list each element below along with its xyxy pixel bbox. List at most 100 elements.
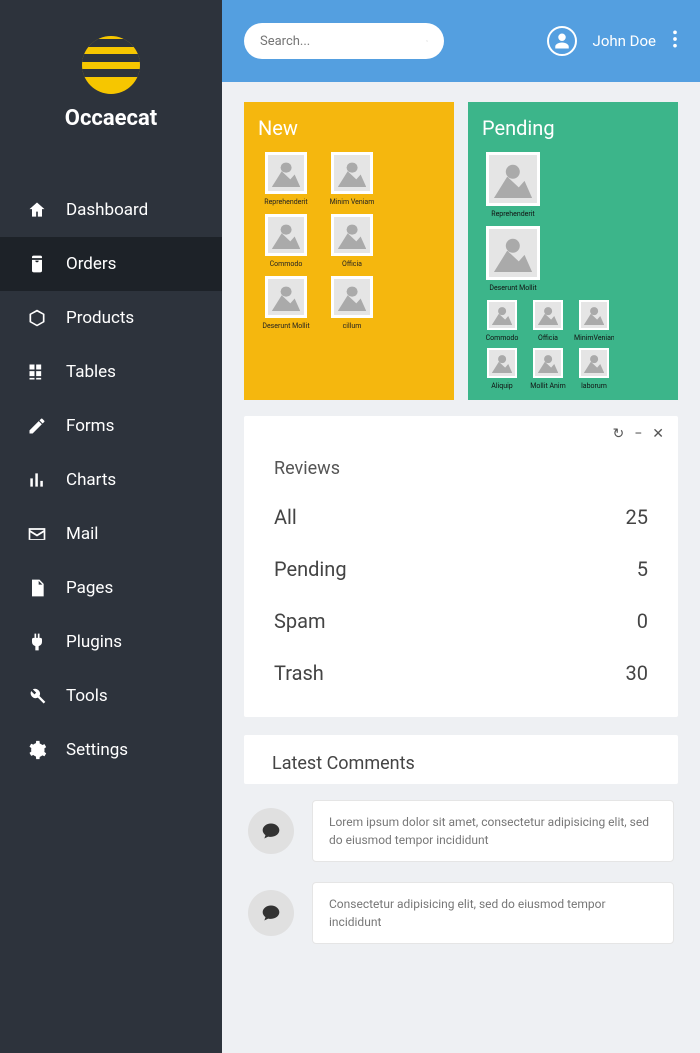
comment-list: Lorem ipsum dolor sit amet, consectetur …	[244, 800, 678, 944]
search-box[interactable]	[244, 23, 444, 59]
nav-label: Pages	[66, 578, 113, 598]
chat-icon	[261, 903, 281, 923]
stat-value: 0	[637, 609, 648, 633]
settings-icon	[26, 739, 48, 761]
nav-label: Plugins	[66, 632, 122, 652]
comment-avatar[interactable]	[248, 890, 294, 936]
thumb-label: Minim Veniam	[324, 198, 380, 206]
thumb-label: Commodo	[258, 260, 314, 268]
search-input[interactable]	[260, 34, 426, 49]
pages-icon	[26, 577, 48, 599]
image-placeholder-icon	[265, 276, 307, 318]
content: New ReprehenderitMinim VeniamCommodoOffi…	[222, 82, 700, 1053]
review-stat-row[interactable]: Spam 0	[274, 609, 648, 633]
thumb-item[interactable]: Deserunt Mollit	[482, 226, 544, 292]
close-icon[interactable]: ✕	[652, 426, 664, 442]
thumb-item[interactable]: Deserunt Mollit	[258, 276, 314, 330]
stat-value: 5	[637, 557, 648, 581]
tools-icon	[26, 685, 48, 707]
refresh-icon[interactable]: ↻	[613, 426, 625, 442]
image-placeholder-icon	[579, 348, 609, 378]
thumb-item[interactable]: Commodo	[482, 300, 522, 342]
thumb-item[interactable]: Minim Veniam	[324, 152, 380, 206]
forms-icon	[26, 415, 48, 437]
review-stat-row[interactable]: Pending5	[274, 557, 648, 581]
stat-value: 25	[626, 505, 648, 529]
stat-label: Spam	[274, 609, 326, 633]
sidebar-item-orders[interactable]: Orders	[0, 237, 222, 291]
logo-icon	[82, 36, 140, 94]
thumb-label: laborum	[574, 382, 614, 390]
image-placeholder-icon	[487, 300, 517, 330]
nav-label: Dashboard	[66, 200, 148, 220]
reviews-panel: ↻ − ✕ Reviews All25Pending5Spam0Trash30	[244, 416, 678, 717]
image-placeholder-icon	[265, 214, 307, 256]
stat-value: 30	[626, 661, 648, 685]
tables-icon	[26, 361, 48, 383]
chat-icon	[261, 821, 281, 841]
thumb-item[interactable]: laborum	[574, 348, 614, 390]
nav-label: Tools	[66, 686, 108, 706]
review-stat-row[interactable]: All 25	[274, 505, 648, 529]
thumb-item[interactable]: Mollit Anim	[528, 348, 568, 390]
sidebar-nav: Dashboard OrdersProducts Tables Forms Charts…	[0, 183, 222, 777]
thumb-label: Reprehenderit	[482, 210, 544, 218]
image-placeholder-icon	[331, 214, 373, 256]
image-placeholder-icon	[265, 152, 307, 194]
review-stat-row[interactable]: Trash 30	[274, 661, 648, 685]
thumb-item[interactable]: Reprehenderit	[482, 152, 544, 218]
sidebar-item-plugins[interactable]: Plugins	[0, 615, 222, 669]
thumb-label: Commodo	[482, 334, 522, 342]
comment-avatar[interactable]	[248, 808, 294, 854]
new-card: New ReprehenderitMinim VeniamCommodoOffi…	[244, 102, 454, 400]
stat-label: Trash	[274, 661, 324, 685]
image-placeholder-icon	[487, 348, 517, 378]
image-placeholder-icon	[579, 300, 609, 330]
products-icon	[26, 307, 48, 329]
nav-label: Charts	[66, 470, 116, 490]
sidebar-item-pages[interactable]: Pages	[0, 561, 222, 615]
stat-label: All	[274, 505, 297, 529]
thumb-label: cillum	[324, 322, 380, 330]
sidebar-item-tools[interactable]: Tools	[0, 669, 222, 723]
image-placeholder-icon	[486, 152, 540, 206]
main: John Doe New ReprehenderitMinim VeniamCo…	[222, 0, 700, 1053]
nav-label: Tables	[66, 362, 116, 382]
panel-controls: ↻ − ✕	[613, 426, 664, 442]
thumb-label: Deserunt Mollit	[482, 284, 544, 292]
avatar[interactable]	[547, 26, 577, 56]
thumb-label: Officia	[324, 260, 380, 268]
image-placeholder-icon	[533, 348, 563, 378]
minimize-icon[interactable]: −	[634, 426, 642, 442]
orders-icon	[26, 253, 48, 275]
sidebar-item-forms[interactable]: Forms	[0, 399, 222, 453]
thumb-label: MinimVeniam	[574, 334, 614, 342]
thumb-label: Aliquip	[482, 382, 522, 390]
mail-icon	[26, 523, 48, 545]
new-card-grid: Reprehenderit Minim Veniam Commodo Officia D…	[258, 152, 440, 330]
charts-icon	[26, 469, 48, 491]
thumb-item[interactable]: Aliquip	[482, 348, 522, 390]
comment-row: Consectetur adipisicing elit, sed do eiu…	[248, 882, 674, 944]
comment-row: Lorem ipsum dolor sit amet, consectetur …	[248, 800, 674, 862]
thumb-label: Deserunt Mollit	[258, 322, 314, 330]
sidebar-item-tables[interactable]: Tables	[0, 345, 222, 399]
image-placeholder-icon	[533, 300, 563, 330]
sidebar-item-charts[interactable]: Charts	[0, 453, 222, 507]
user-name: John Doe	[593, 32, 656, 50]
sidebar-item-mail[interactable]: Mail	[0, 507, 222, 561]
sidebar-item-dashboard[interactable]: Dashboard	[0, 183, 222, 237]
sidebar-item-settings[interactable]: Settings	[0, 723, 222, 777]
user-icon	[553, 32, 571, 50]
logo-block: Occaecat	[0, 0, 222, 155]
thumb-item[interactable]: Commodo	[258, 214, 314, 268]
thumb-item[interactable]: MinimVeniam	[574, 300, 614, 342]
more-button[interactable]	[672, 29, 678, 53]
thumb-label: Mollit Anim	[528, 382, 568, 390]
sidebar-item-products[interactable]: Products	[0, 291, 222, 345]
thumb-item[interactable]: Reprehenderit	[258, 152, 314, 206]
thumb-item[interactable]: cillum	[324, 276, 380, 330]
pending-card-title: Pending	[482, 116, 664, 140]
thumb-item[interactable]: Officia	[528, 300, 568, 342]
thumb-item[interactable]: Officia	[324, 214, 380, 268]
